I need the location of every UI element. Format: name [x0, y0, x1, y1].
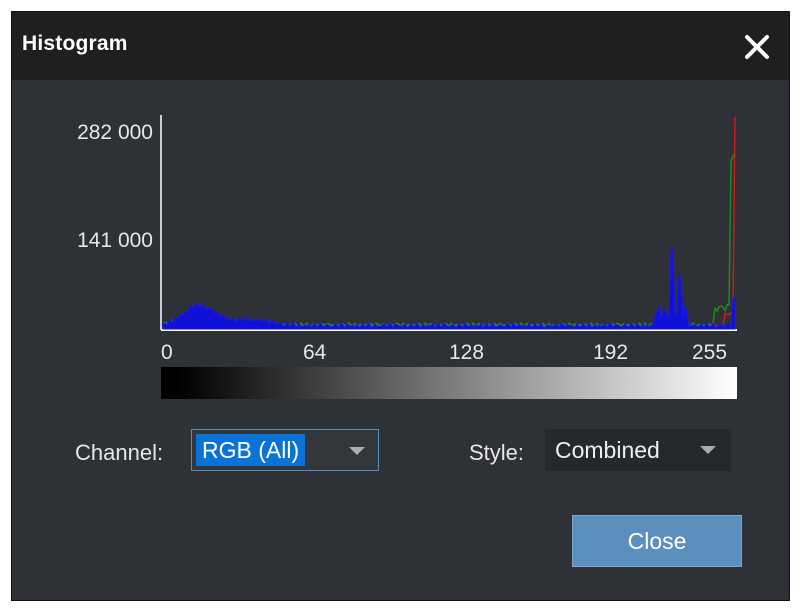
histogram-blue-channel [162, 246, 736, 330]
channel-select-value: RGB (All) [196, 434, 306, 466]
histogram-green-channel [162, 153, 736, 328]
x-axis-tick-128: 128 [449, 341, 485, 364]
style-label: Style: [469, 440, 525, 465]
luminance-gradient-bar [161, 367, 737, 399]
x-axis-tick-255: 255 [692, 341, 728, 364]
histogram-dialog: Histogram 282 000 141 000 0 64 128 192 2… [11, 11, 790, 601]
channel-select[interactable]: RGB (All) [191, 429, 379, 471]
close-button[interactable]: Close [572, 515, 742, 567]
histogram-red-channel [162, 116, 736, 328]
channel-label: Channel: [75, 440, 164, 465]
y-axis-label-top: 282 000 [77, 121, 153, 144]
chevron-down-icon [349, 447, 365, 455]
dialog-title: Histogram [22, 32, 128, 55]
style-select[interactable]: Combined [545, 429, 731, 471]
x-axis-tick-0: 0 [161, 341, 173, 364]
close-icon[interactable] [742, 32, 772, 62]
y-axis-label-mid: 141 000 [77, 229, 153, 252]
style-select-value: Combined [555, 437, 660, 463]
chevron-down-icon [700, 446, 716, 454]
x-axis-tick-192: 192 [593, 341, 629, 364]
title-bar: Histogram [12, 12, 789, 80]
x-axis-tick-64: 64 [303, 341, 327, 364]
histogram-plot [160, 115, 737, 331]
